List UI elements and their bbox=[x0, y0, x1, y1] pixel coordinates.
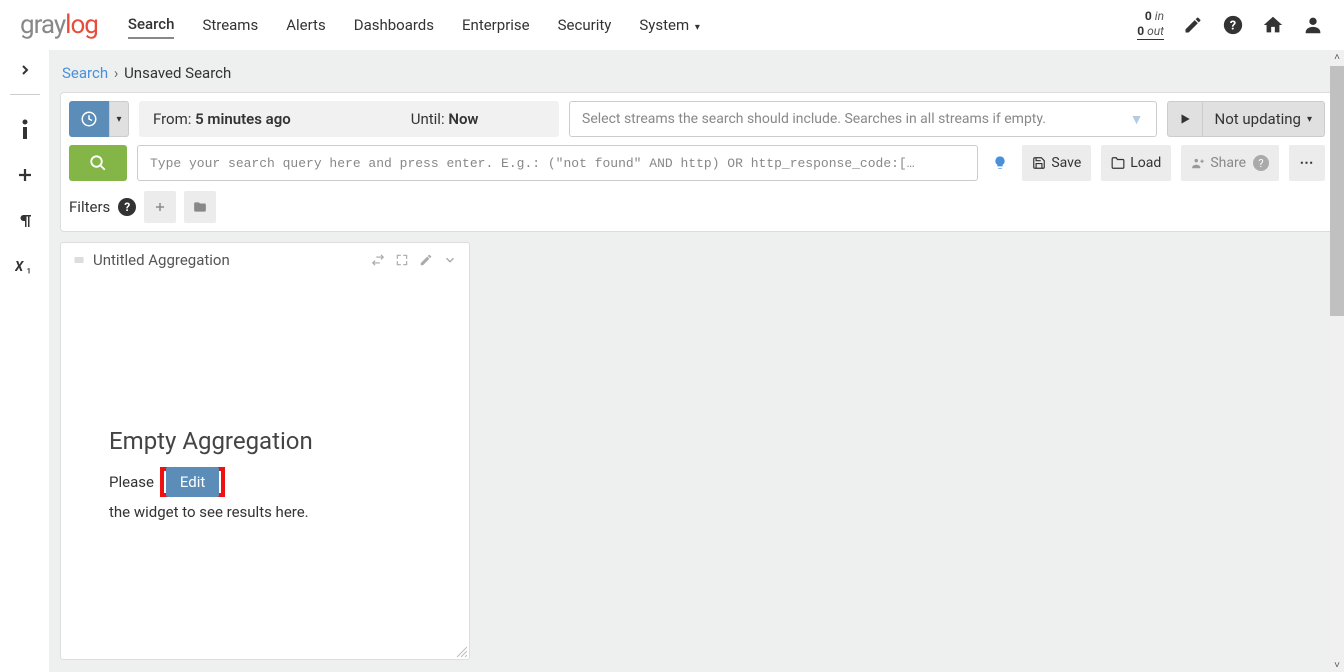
breadcrumb: Search › Unsaved Search bbox=[50, 50, 1344, 92]
time-range-button[interactable] bbox=[69, 101, 109, 137]
variable-icon[interactable]: X1 bbox=[13, 255, 37, 279]
empty-aggregation-text: Please Edit the widget to see results he… bbox=[109, 467, 421, 521]
hint-icon[interactable] bbox=[988, 145, 1012, 181]
search-panel: ▾ From: 5 minutes ago Until: Now Select … bbox=[60, 92, 1334, 232]
stream-select[interactable]: Select streams the search should include… bbox=[569, 101, 1157, 137]
breadcrumb-separator: › bbox=[114, 64, 119, 82]
query-input[interactable]: Type your search query here and press en… bbox=[137, 145, 978, 181]
refresh-controls: Not updating▾ bbox=[1167, 101, 1326, 137]
search-button[interactable] bbox=[69, 145, 127, 181]
io-stats: 0 in 0 out bbox=[1137, 9, 1164, 40]
nav-alerts[interactable]: Alerts bbox=[286, 12, 326, 38]
svg-text:X: X bbox=[15, 260, 24, 275]
left-sidebar: X1 bbox=[0, 50, 50, 672]
help-icon[interactable]: ? bbox=[1222, 14, 1244, 36]
filters-help-icon[interactable]: ? bbox=[118, 198, 136, 216]
svg-text:1: 1 bbox=[26, 267, 30, 275]
add-filter-button[interactable] bbox=[144, 191, 176, 223]
widget-title: Untitled Aggregation bbox=[93, 251, 363, 269]
filters-label: Filters bbox=[69, 198, 110, 216]
main-area: Search › Unsaved Search ▾ From: 5 minute… bbox=[50, 50, 1344, 672]
aggregation-widget: Untitled Aggregation bbox=[60, 242, 470, 660]
breadcrumb-search-link[interactable]: Search bbox=[62, 64, 108, 82]
time-range-dropdown[interactable]: ▾ bbox=[109, 101, 129, 137]
share-help-icon: ? bbox=[1253, 155, 1269, 171]
scroll-down-icon[interactable]: ˅ bbox=[1330, 658, 1344, 672]
home-icon[interactable] bbox=[1262, 14, 1284, 36]
info-icon[interactable] bbox=[13, 117, 37, 141]
topbar-right: 0 in 0 out ? bbox=[1137, 9, 1324, 40]
share-button[interactable]: Share ? bbox=[1181, 145, 1279, 181]
dropdown-icon: ▼ bbox=[1130, 111, 1144, 128]
filter-folder-button[interactable] bbox=[184, 191, 216, 223]
add-icon[interactable] bbox=[13, 163, 37, 187]
resize-handle[interactable] bbox=[455, 645, 467, 657]
play-button[interactable] bbox=[1167, 101, 1203, 137]
nav-system[interactable]: System ▾ bbox=[639, 12, 700, 38]
nav-search[interactable]: Search bbox=[128, 11, 175, 39]
edit-highlight: Edit bbox=[160, 467, 225, 497]
main-nav: Search Streams Alerts Dashboards Enterpr… bbox=[128, 11, 1137, 39]
time-picker: ▾ bbox=[69, 101, 129, 137]
scrollbar[interactable]: ˄ ˅ bbox=[1330, 50, 1344, 672]
widget-expand-icon[interactable] bbox=[395, 253, 409, 267]
nav-dashboards[interactable]: Dashboards bbox=[354, 12, 434, 38]
save-button[interactable]: Save bbox=[1022, 145, 1091, 181]
time-range-display[interactable]: From: 5 minutes ago Until: Now bbox=[139, 101, 559, 137]
widget-edit-icon[interactable] bbox=[419, 253, 433, 267]
empty-aggregation-title: Empty Aggregation bbox=[109, 427, 421, 455]
divider bbox=[10, 94, 40, 95]
edit-icon[interactable] bbox=[1182, 14, 1204, 36]
more-menu[interactable]: ⋯ bbox=[1289, 145, 1325, 181]
nav-enterprise[interactable]: Enterprise bbox=[462, 12, 530, 38]
svg-text:?: ? bbox=[1230, 18, 1236, 33]
edit-widget-button[interactable]: Edit bbox=[166, 467, 219, 497]
paragraph-icon[interactable] bbox=[13, 209, 37, 233]
widget-swap-icon[interactable] bbox=[371, 253, 385, 267]
drag-handle-icon[interactable] bbox=[73, 254, 85, 266]
load-button[interactable]: Load bbox=[1101, 145, 1171, 181]
nav-streams[interactable]: Streams bbox=[202, 12, 258, 38]
logo[interactable]: graylog bbox=[20, 10, 98, 40]
expand-sidebar-icon[interactable] bbox=[13, 58, 37, 82]
refresh-dropdown[interactable]: Not updating▾ bbox=[1203, 101, 1326, 137]
scroll-up-icon[interactable]: ˄ bbox=[1330, 50, 1344, 64]
nav-security[interactable]: Security bbox=[558, 12, 612, 38]
widget-menu-icon[interactable] bbox=[443, 253, 457, 267]
user-icon[interactable] bbox=[1302, 14, 1324, 36]
top-bar: graylog Search Streams Alerts Dashboards… bbox=[0, 0, 1344, 50]
breadcrumb-current: Unsaved Search bbox=[124, 64, 231, 82]
scroll-thumb[interactable] bbox=[1330, 66, 1344, 316]
